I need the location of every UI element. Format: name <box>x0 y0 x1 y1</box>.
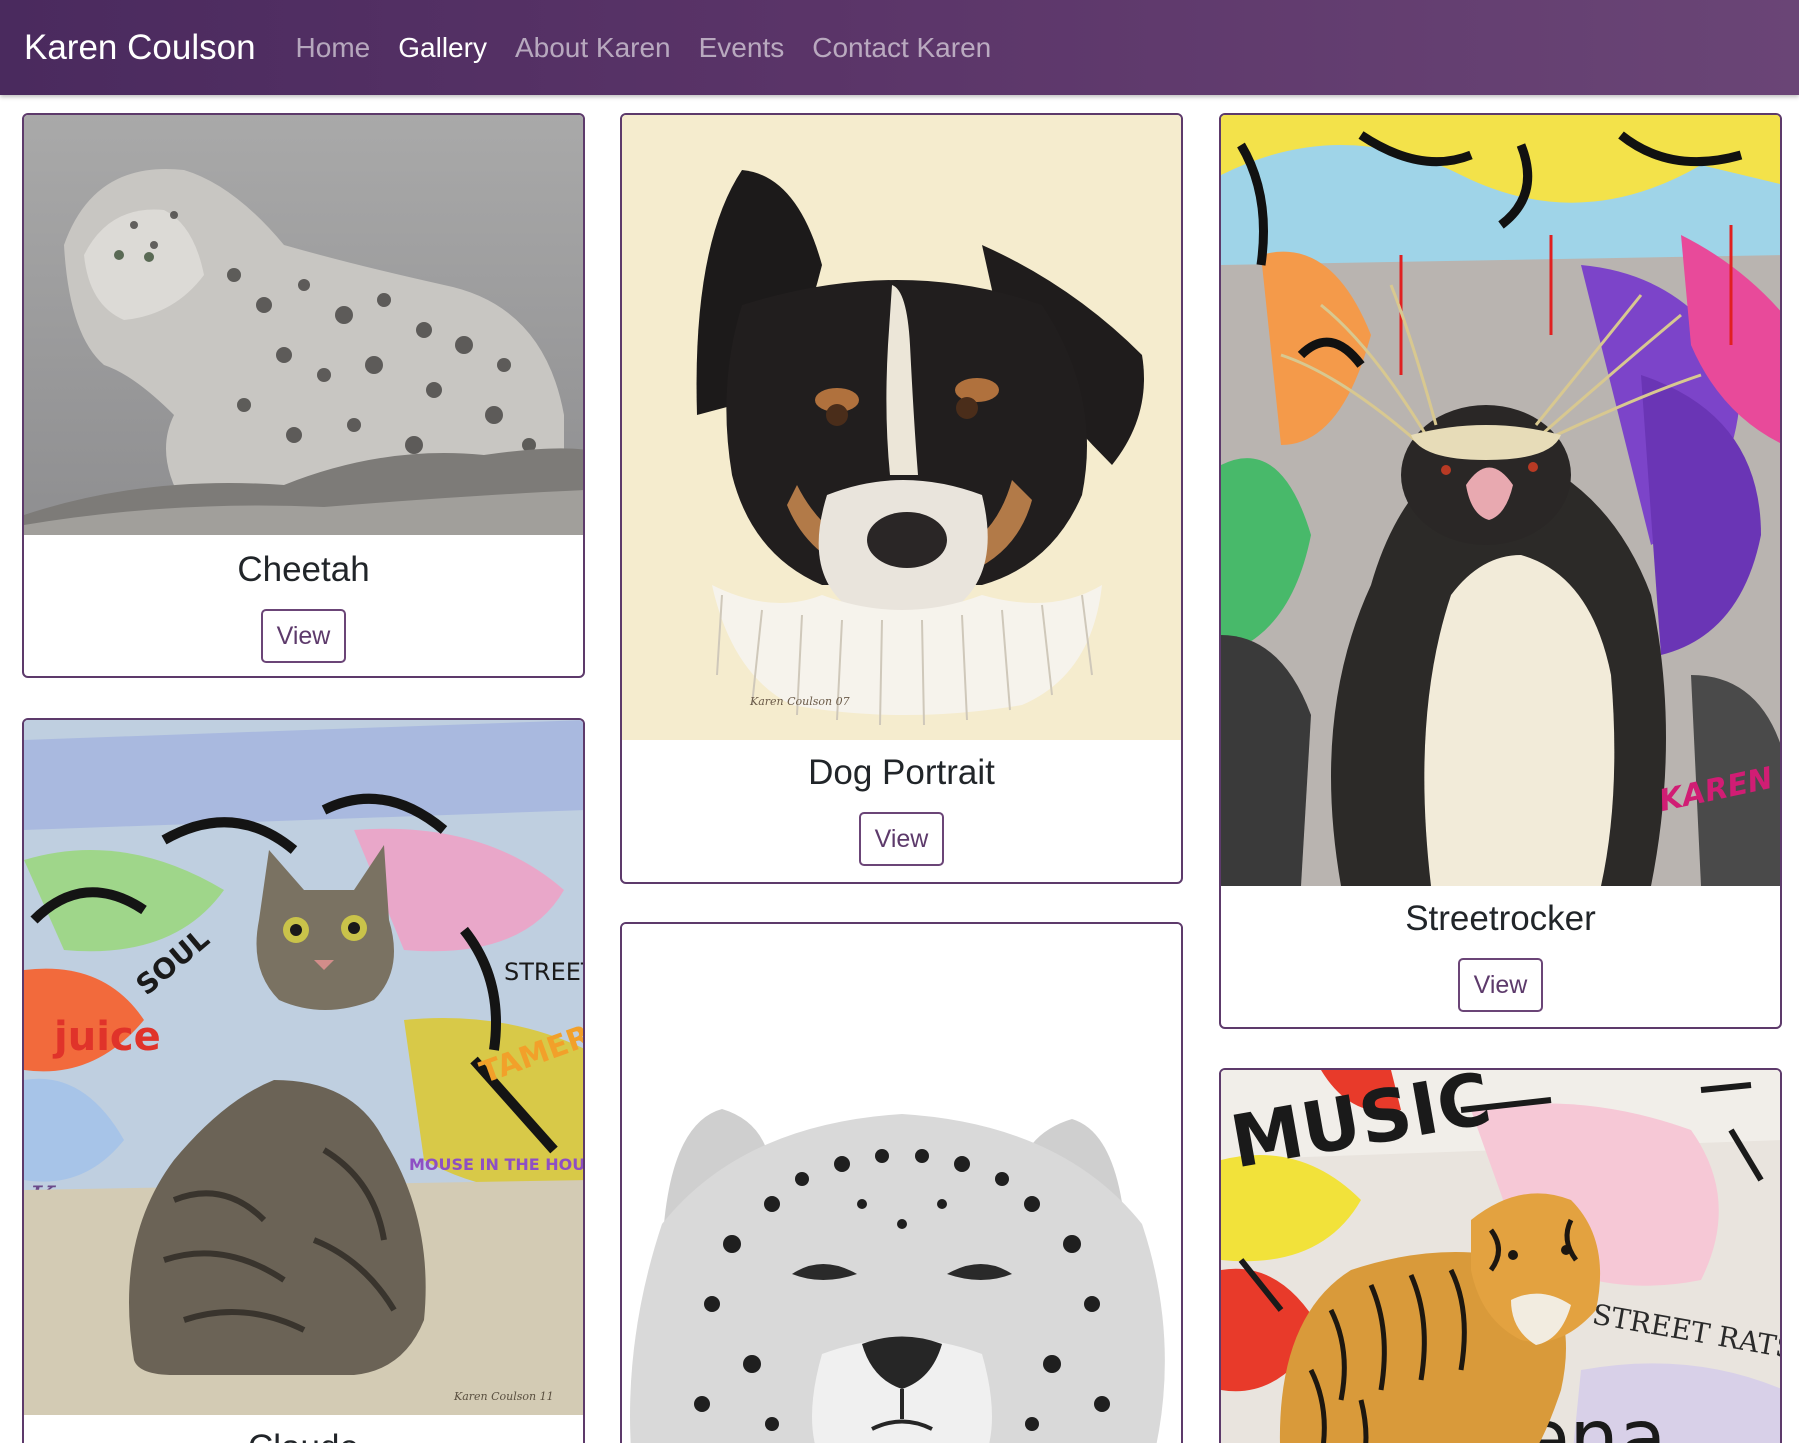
nav-link-home[interactable]: Home <box>296 32 371 64</box>
top-navbar: Karen Coulson Home Gallery About Karen E… <box>0 0 1799 95</box>
view-button-streetrocker[interactable]: View <box>1457 958 1544 1012</box>
gallery-card-cheetah: Cheetah View <box>22 113 585 678</box>
gallery-card-streetrocker: KAREN Streetrocker View <box>1219 113 1782 1029</box>
graffiti-text-juice: juice <box>52 1014 161 1060</box>
artwork-signature-dog: Karen Coulson 07 <box>749 695 850 708</box>
graffiti-text-street: STREET <box>504 958 583 986</box>
gallery-card-dog-portrait: Karen Coulson 07 Dog Portrait View <box>620 113 1183 884</box>
artwork-image-cheetah[interactable] <box>24 115 583 535</box>
gallery-card-tiger: MUSIC STREET RATS rena <box>1219 1068 1782 1443</box>
artwork-image-tiger[interactable]: MUSIC STREET RATS rena <box>1221 1070 1780 1443</box>
nav-link-contact[interactable]: Contact Karen <box>812 32 991 64</box>
graffiti-text-mouse: MOUSE IN THE HOUSE <box>409 1155 583 1174</box>
card-body-dog-portrait: Dog Portrait View <box>622 755 1181 866</box>
artwork-image-claude[interactable]: juice SOUL STREET TAMER MOUSE IN THE HOU… <box>24 720 583 1415</box>
brand-link[interactable]: Karen Coulson <box>24 28 256 68</box>
card-title-claude: Claude <box>24 1430 583 1443</box>
artwork-image-streetrocker[interactable]: KAREN <box>1221 115 1780 886</box>
gallery-card-leopard <box>620 922 1183 1443</box>
card-title-streetrocker: Streetrocker <box>1405 899 1596 938</box>
nav-link-gallery[interactable]: Gallery <box>398 32 487 64</box>
gallery-card-claude: juice SOUL STREET TAMER MOUSE IN THE HOU… <box>22 718 585 1443</box>
card-title-dog-portrait: Dog Portrait <box>808 753 995 792</box>
nav-link-about[interactable]: About Karen <box>515 32 671 64</box>
artwork-image-dog-portrait[interactable]: Karen Coulson 07 <box>622 115 1181 740</box>
view-button-dog-portrait[interactable]: View <box>858 812 945 866</box>
card-title-cheetah: Cheetah <box>237 550 370 589</box>
card-body-streetrocker: Streetrocker View <box>1221 901 1780 1012</box>
card-body-claude: Claude <box>24 1430 583 1443</box>
nav-link-events[interactable]: Events <box>699 32 785 64</box>
view-button-cheetah[interactable]: View <box>260 609 347 663</box>
card-body-cheetah: Cheetah View <box>24 552 583 663</box>
artwork-image-leopard[interactable] <box>622 924 1181 1443</box>
artwork-signature-cat: Karen Coulson 11 <box>453 1390 554 1403</box>
